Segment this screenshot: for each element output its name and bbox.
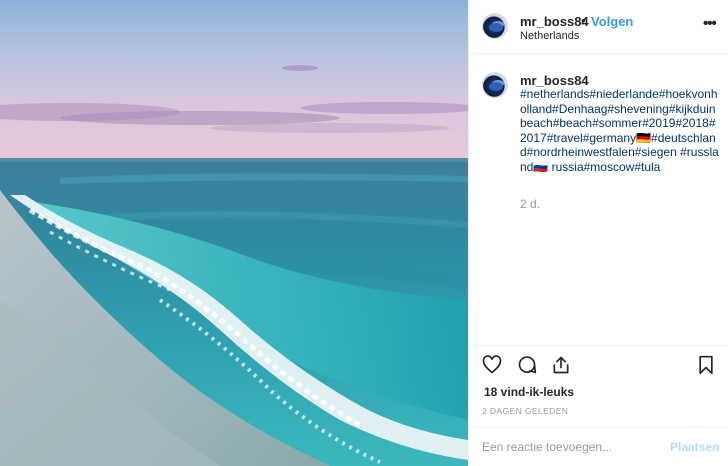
caption-avatar[interactable] bbox=[482, 72, 508, 98]
caption-area: mr_boss84 #netherlands#niederlande#hoekv… bbox=[469, 55, 728, 345]
post-sidebar: mr_boss84 • Volgen Netherlands ••• mr_bo… bbox=[468, 0, 728, 466]
caption-age: 2 d. bbox=[520, 197, 541, 211]
caption-hashtags[interactable]: #netherlands#niederlande#hoekvonholland#… bbox=[520, 87, 720, 174]
heart-icon[interactable] bbox=[482, 355, 502, 380]
comment-input[interactable] bbox=[482, 438, 662, 456]
post-photo[interactable] bbox=[0, 0, 468, 466]
post-comment-button[interactable]: Plaatsen bbox=[670, 440, 719, 454]
bookmark-icon[interactable] bbox=[697, 355, 715, 380]
username-link[interactable]: mr_boss84 bbox=[520, 14, 589, 29]
post-timestamp[interactable]: 2 DAGEN GELEDEN bbox=[482, 406, 568, 416]
separator-dot: • bbox=[581, 13, 586, 28]
location-link[interactable]: Netherlands bbox=[520, 30, 579, 42]
comment-icon[interactable] bbox=[517, 355, 537, 380]
share-icon[interactable] bbox=[551, 355, 571, 380]
likes-count[interactable]: 18 vind-ik-leuks bbox=[484, 385, 574, 399]
action-bar bbox=[469, 345, 728, 385]
comment-form: Plaatsen bbox=[469, 427, 728, 466]
beach-sea-image bbox=[0, 0, 468, 466]
post-header: mr_boss84 • Volgen Netherlands ••• bbox=[469, 0, 728, 54]
caption-username-link[interactable]: mr_boss84 bbox=[520, 73, 589, 88]
instagram-post: mr_boss84 • Volgen Netherlands ••• mr_bo… bbox=[0, 0, 728, 466]
follow-button[interactable]: Volgen bbox=[591, 14, 633, 29]
avatar[interactable] bbox=[482, 13, 508, 39]
ellipsis-icon[interactable]: ••• bbox=[703, 15, 717, 32]
